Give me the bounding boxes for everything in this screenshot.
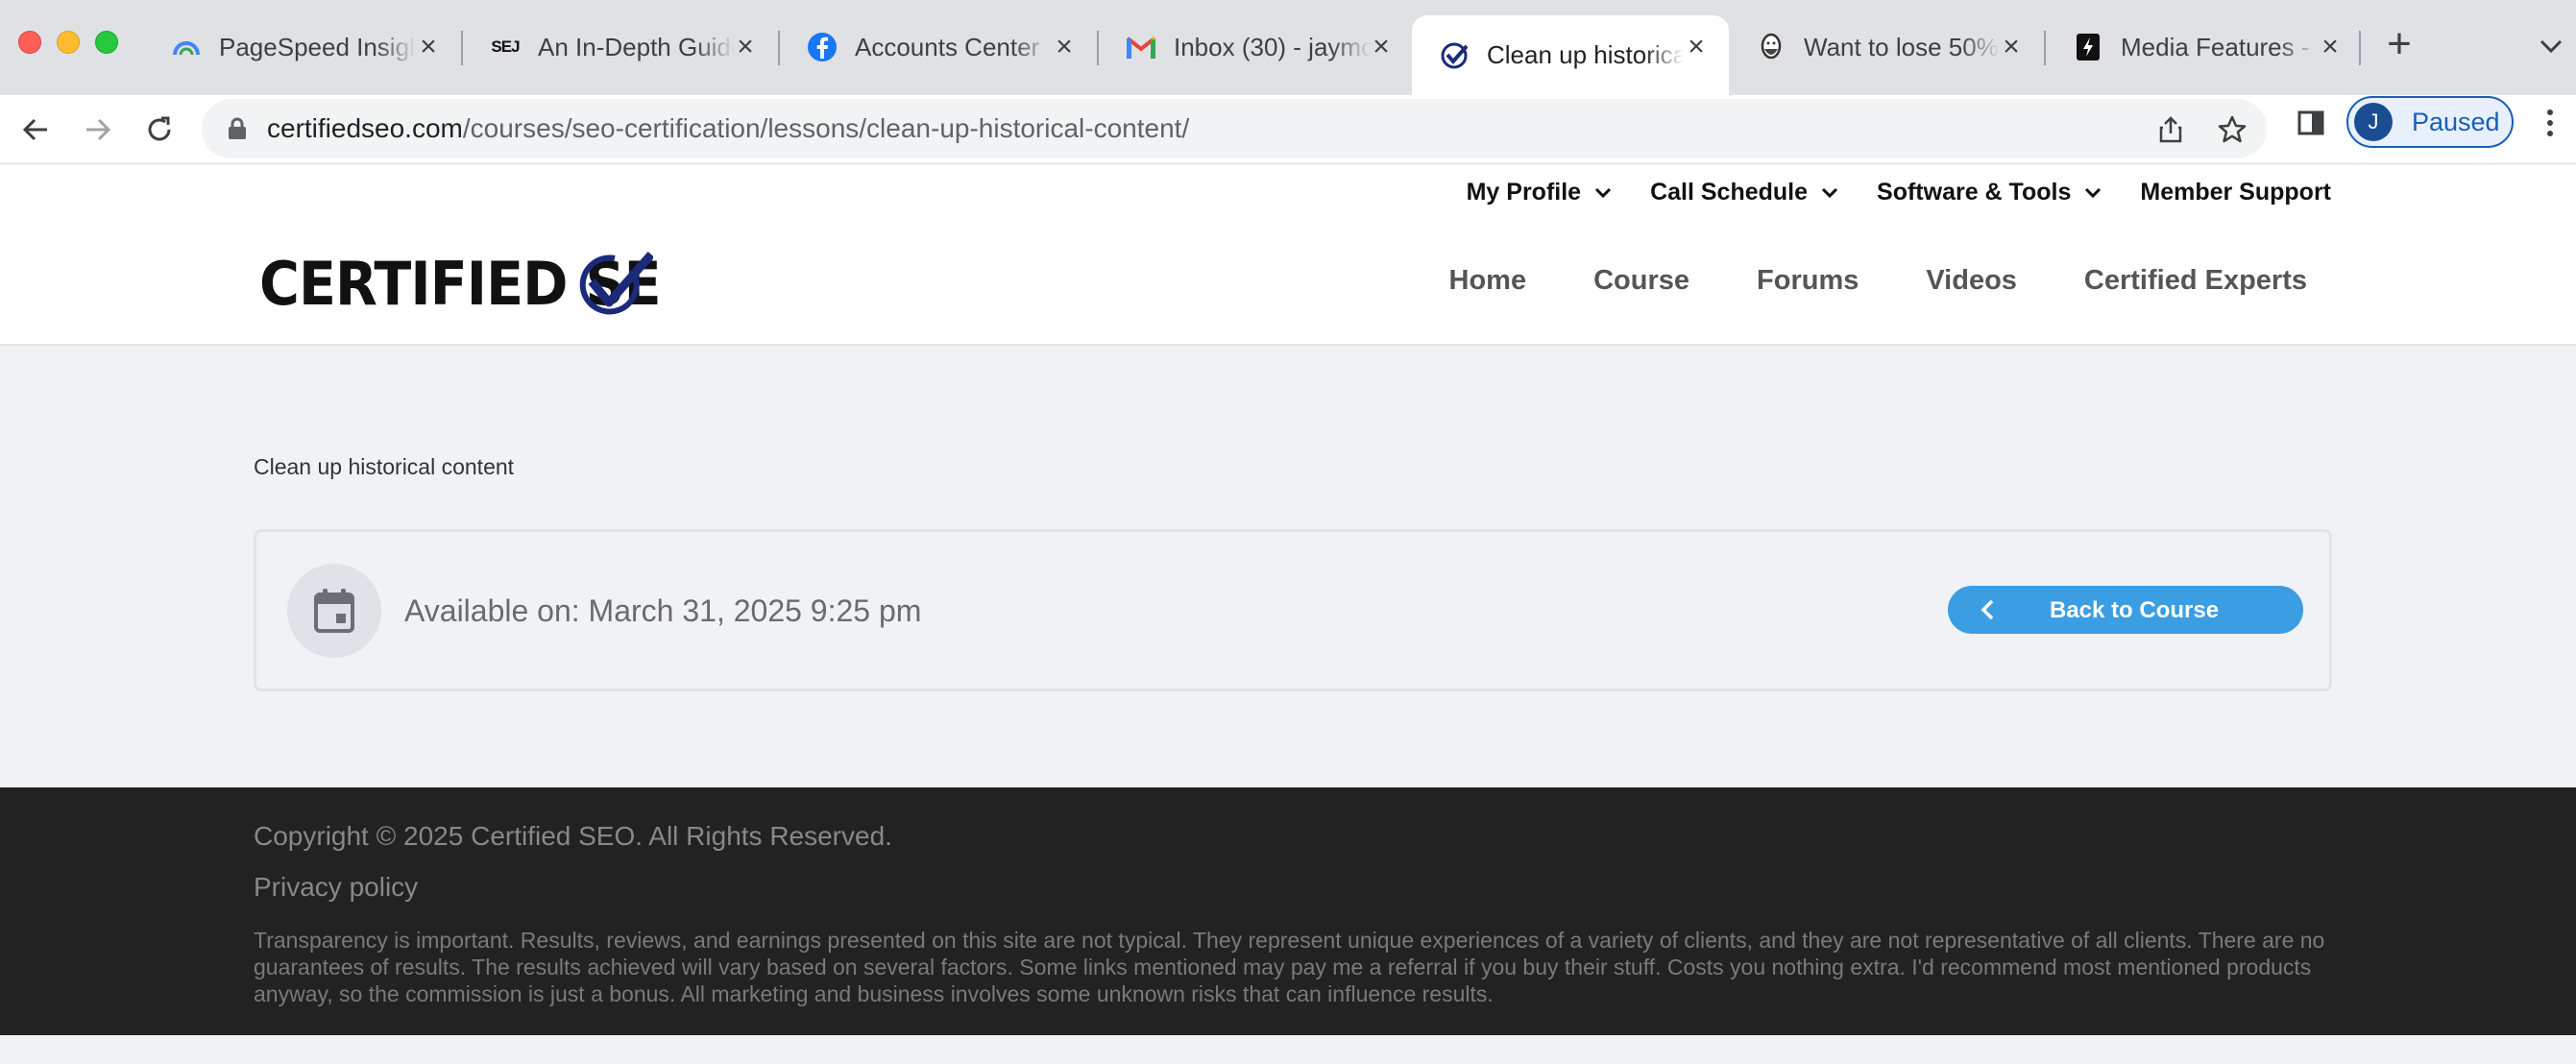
chevron-left-icon: [1981, 599, 1994, 620]
side-panel-icon[interactable]: [2296, 108, 2326, 138]
chevron-down-icon: [2085, 187, 2102, 198]
close-icon[interactable]: ×: [1051, 33, 1078, 61]
tab-title: Want to lose 50%: [1804, 32, 1999, 61]
avatar: J: [2354, 103, 2393, 141]
tab-title: Clean up historical: [1487, 40, 1684, 69]
close-icon[interactable]: ×: [732, 33, 759, 61]
window-minimize-button[interactable]: [57, 31, 80, 54]
share-icon[interactable]: [2155, 114, 2186, 145]
nav-forums[interactable]: Forums: [1757, 265, 1859, 297]
nav-certified-experts[interactable]: Certified Experts: [2084, 265, 2307, 297]
top-nav-label: My Profile: [1466, 179, 1582, 206]
top-nav-my-profile[interactable]: My Profile: [1467, 179, 1612, 206]
back-to-course-button[interactable]: Back to Course: [1948, 586, 2303, 634]
availability-text: Available on: March 31, 2025 9:25 pm: [404, 593, 922, 628]
availability-notice: Available on: March 31, 2025 9:25 pm Bac…: [254, 529, 2332, 691]
calendar-icon: [287, 564, 381, 658]
facebook-icon: [807, 32, 838, 62]
bolt-icon: [2073, 32, 2103, 62]
chevron-down-icon[interactable]: [2536, 31, 2566, 61]
url-text: certifiedseo.com/courses/seo-certificati…: [267, 113, 1189, 144]
checkmark-logo-icon: [579, 252, 653, 315]
chevron-down-icon: [1595, 187, 1612, 198]
disclaimer-text: Transparency is important. Results, revi…: [254, 928, 2325, 1006]
main-nav: Home Course Forums Videos Certified Expe…: [1382, 265, 2307, 297]
browser-tab[interactable]: Accounts Center ×: [780, 15, 1097, 79]
back-arrow-icon[interactable]: [16, 110, 55, 149]
nav-course[interactable]: Course: [1593, 265, 1689, 297]
window-zoom-button[interactable]: [95, 31, 118, 54]
close-icon[interactable]: ×: [1998, 33, 2025, 61]
close-icon[interactable]: ×: [1683, 33, 1710, 61]
top-nav-software-tools[interactable]: Software & Tools: [1877, 179, 2102, 206]
tab-title: An In-Depth Guide: [538, 32, 735, 61]
reload-icon[interactable]: [140, 110, 179, 149]
browser-tab[interactable]: SEJ An In-Depth Guide ×: [463, 15, 778, 79]
top-nav-label: Call Schedule: [1650, 179, 1809, 206]
close-icon[interactable]: ×: [1368, 33, 1395, 61]
top-nav-label: Member Support: [2140, 179, 2331, 206]
pagespeed-icon: [171, 32, 202, 62]
top-nav-call-schedule[interactable]: Call Schedule: [1650, 179, 1838, 206]
lesson-content: Clean up historical content Available on…: [0, 346, 2576, 787]
sej-icon: SEJ: [491, 37, 520, 56]
site-logo[interactable]: CERTIFIED SE: [259, 249, 695, 319]
top-nav: My Profile Call Schedule Software & Tool…: [1428, 179, 2331, 206]
copyright-text: Copyright © 2025 Certified SEO. All Righ…: [254, 821, 892, 851]
tab-title: Accounts Center: [855, 32, 1040, 61]
gmail-icon: [1126, 32, 1156, 62]
bookmark-star-icon[interactable]: [2217, 114, 2248, 145]
forward-arrow-icon[interactable]: [79, 110, 117, 149]
close-icon[interactable]: ×: [415, 33, 442, 61]
url-path: /courses/seo-certification/lessons/clean…: [462, 113, 1190, 143]
window-close-button[interactable]: [18, 31, 41, 54]
lock-icon[interactable]: [227, 117, 248, 140]
site-header: My Profile Call Schedule Software & Tool…: [0, 165, 2576, 346]
back-to-course-label: Back to Course: [2050, 597, 2220, 623]
browser-tab-strip: PageSpeed Insights × SEJ An In-Depth Gui…: [0, 0, 2576, 95]
browser-tab[interactable]: Want to lose 50% ×: [1729, 15, 2044, 79]
nav-home[interactable]: Home: [1449, 265, 1527, 297]
breadcrumb[interactable]: Clean up historical content: [254, 454, 514, 480]
page-bottom: [0, 1035, 2576, 1064]
close-icon[interactable]: ×: [2317, 33, 2344, 61]
avatar-face-icon: [1756, 32, 1786, 62]
certifiedseo-check-icon: [1439, 40, 1470, 71]
url-host: certifiedseo.com: [267, 113, 463, 143]
nav-videos[interactable]: Videos: [1926, 265, 2017, 297]
profile-button[interactable]: J Paused: [2346, 96, 2514, 148]
new-tab-icon[interactable]: +: [2380, 23, 2418, 67]
top-nav-label: Software & Tools: [1877, 179, 2072, 206]
profile-status: Paused: [2412, 107, 2500, 136]
browser-tab-active[interactable]: Clean up historical ×: [1412, 15, 1729, 95]
privacy-policy-link[interactable]: Privacy policy: [254, 872, 418, 903]
browser-tab[interactable]: Media Features - ×: [2046, 15, 2363, 79]
site-footer: Copyright © 2025 Certified SEO. All Righ…: [0, 787, 2576, 1035]
browser-tab[interactable]: Inbox (30) - jaymc ×: [1099, 15, 1414, 79]
tab-title: PageSpeed Insights: [219, 32, 416, 61]
tab-title: Media Features -: [2121, 32, 2310, 61]
top-nav-member-support[interactable]: Member Support: [2140, 179, 2331, 206]
browser-toolbar: certifiedseo.com/courses/seo-certificati…: [0, 95, 2576, 164]
tab-divider: [2359, 31, 2361, 65]
kebab-menu-icon[interactable]: [2536, 108, 2564, 138]
browser-tab[interactable]: PageSpeed Insights ×: [144, 15, 461, 79]
tab-title: Inbox (30) - jaymc: [1174, 32, 1371, 61]
chevron-down-icon: [1821, 187, 1838, 198]
address-bar[interactable]: certifiedseo.com/courses/seo-certificati…: [202, 99, 2267, 158]
